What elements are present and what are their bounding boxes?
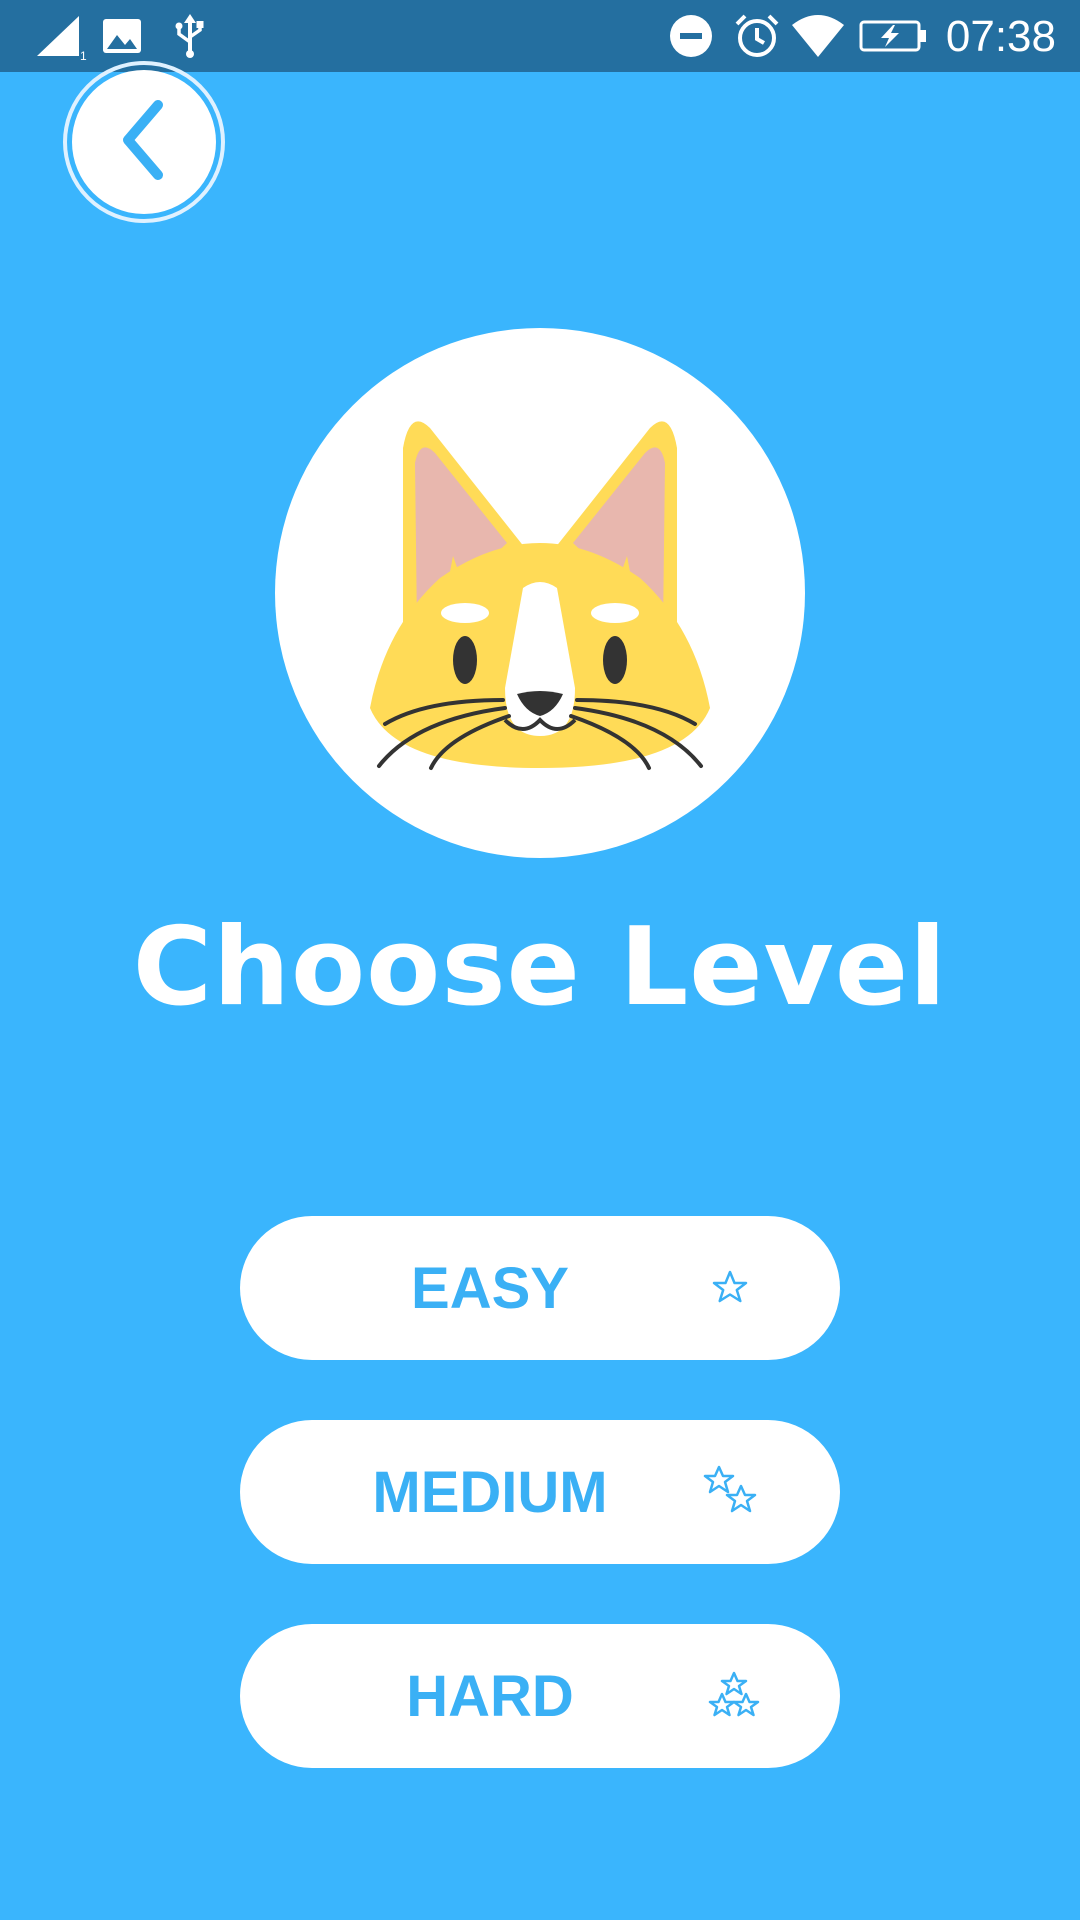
status-bar: 1 07:38 xyxy=(0,0,1080,72)
one-star-icon xyxy=(710,1216,750,1360)
medium-level-button[interactable]: MEDIUM xyxy=(240,1420,840,1564)
back-button[interactable] xyxy=(63,61,225,223)
level-label: HARD xyxy=(406,1664,574,1729)
battery-charging-icon xyxy=(858,0,930,72)
status-time: 07:38 xyxy=(945,12,1056,61)
chevron-left-icon xyxy=(114,95,174,190)
two-stars-icon xyxy=(702,1420,762,1564)
wifi-icon xyxy=(790,0,846,72)
level-label: MEDIUM xyxy=(372,1460,608,1525)
easy-level-button[interactable]: EASY xyxy=(240,1216,840,1360)
level-label: EASY xyxy=(411,1256,569,1321)
three-stars-icon xyxy=(706,1624,762,1768)
usb-icon xyxy=(170,0,210,72)
hard-level-button[interactable]: HARD xyxy=(240,1624,840,1768)
alarm-icon xyxy=(732,0,782,72)
svg-text:1: 1 xyxy=(80,49,87,60)
do-not-disturb-icon xyxy=(666,0,716,72)
page-title: Choose Level xyxy=(132,905,948,1030)
mascot-avatar xyxy=(275,328,805,858)
signal-icon: 1 xyxy=(28,0,90,72)
cat-face-icon xyxy=(370,421,710,770)
